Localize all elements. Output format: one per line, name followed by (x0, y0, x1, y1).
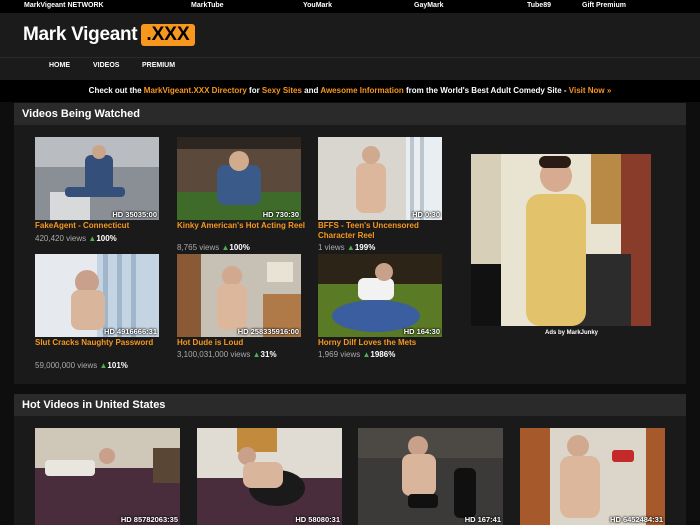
video-views: 59,000,000 views (35, 361, 98, 370)
video-title-link[interactable]: Horny Dilf Loves the Mets (318, 338, 448, 348)
video-views: 420,420 views (35, 234, 87, 243)
video-rating: 199% (354, 243, 376, 252)
video-thumbnail[interactable]: HD 258335916:00 (177, 254, 301, 337)
video-meta: 1 views ▲199% (318, 243, 375, 252)
video-rating: 31% (260, 350, 277, 359)
site-header: Mark Vigeant .XXX (0, 13, 700, 57)
video-duration: HD 164:30 (403, 327, 440, 336)
video-duration: HD 167:41 (464, 515, 501, 524)
video-meta: 3,100,031,000 views ▲31% (177, 350, 277, 359)
video-duration: HD 4916666:31 (104, 327, 157, 336)
video-title-link[interactable]: Kinky American's Hot Acting Reel (177, 221, 307, 231)
ad-banner[interactable] (471, 154, 651, 326)
video-meta: 59,000,000 views ▲101% (35, 361, 128, 370)
video-meta: 8,765 views ▲100% (177, 243, 250, 252)
network-link-marktube[interactable]: MarkTube (191, 2, 224, 9)
promo-directory-link[interactable]: MarkVigeant.XXX Directory (144, 86, 247, 95)
network-link-gift-premium[interactable]: Gift Premium (582, 2, 626, 9)
promo-sexy-sites-link[interactable]: Sexy Sites (262, 86, 302, 95)
nav-videos[interactable]: VIDEOS (93, 62, 119, 69)
video-rating: 100% (96, 234, 117, 243)
video-views: 8,765 views (177, 243, 220, 252)
nav-home[interactable]: HOME (49, 62, 70, 69)
video-meta: 1,969 views ▲1986% (318, 350, 395, 359)
video-duration: HD 258335916:00 (237, 327, 299, 336)
video-thumbnail[interactable]: HD 6452484:31 (520, 428, 665, 525)
network-bar: MarkVigeant NETWORK MarkTube YouMark Gay… (0, 0, 700, 13)
video-views: 1 views (318, 243, 345, 252)
logo-text: Mark Vigeant (23, 24, 138, 45)
promo-text: for (246, 86, 262, 95)
video-duration: HD 730:30 (262, 210, 299, 219)
network-link-tube89[interactable]: Tube89 (527, 2, 551, 9)
network-link-youmark[interactable]: YouMark (303, 2, 332, 9)
site-logo[interactable]: Mark Vigeant .XXX (23, 24, 195, 46)
main-nav: HOME VIDEOS PREMIUM (0, 57, 700, 80)
thumbs-up-icon: ▲ (346, 243, 355, 252)
video-thumbnail[interactable]: HD 730:30 (177, 137, 301, 220)
video-duration: HD 0:30 (412, 210, 440, 219)
video-views: 3,100,031,000 views (177, 350, 251, 359)
video-thumbnail[interactable]: HD 164:30 (318, 254, 442, 337)
video-thumbnail[interactable]: HD 85782063:35 (35, 428, 180, 525)
thumbs-up-icon: ▲ (252, 350, 261, 359)
video-thumbnail[interactable]: HD 0:30 (318, 137, 442, 220)
video-duration: HD 6452484:31 (610, 515, 663, 524)
video-title-link[interactable]: Slut Cracks Naughty Password (35, 338, 165, 348)
network-link-gaymark[interactable]: GayMark (414, 2, 444, 9)
promo-text: and (301, 86, 321, 95)
nav-premium[interactable]: PREMIUM (142, 62, 175, 69)
promo-text: from the World's Best Adult Comedy Site … (403, 86, 569, 95)
video-views: 1,969 views (318, 350, 361, 359)
video-duration: HD 35035:00 (112, 210, 157, 219)
promo-visit-now-link[interactable]: Visit Now » (569, 86, 612, 95)
video-thumbnail[interactable]: HD 4916666:31 (35, 254, 159, 337)
video-duration: HD 58080:31 (295, 515, 340, 524)
promo-text: Check out the (88, 86, 144, 95)
video-thumbnail[interactable]: HD 167:41 (358, 428, 503, 525)
video-thumbnail[interactable]: HD 58080:31 (197, 428, 342, 525)
section-heading: Videos Being Watched (14, 103, 686, 125)
section-heading: Hot Videos in United States (14, 394, 686, 416)
video-rating: 1986% (370, 350, 396, 359)
video-title-link[interactable]: BFFS - Teen's Uncensored Character Reel (318, 221, 448, 241)
promo-awesome-info-link[interactable]: Awesome Information (320, 86, 403, 95)
ads-caption[interactable]: Ads by MarkJunky (545, 330, 598, 336)
video-rating: 101% (107, 361, 128, 370)
video-thumbnail[interactable]: HD 35035:00 (35, 137, 159, 220)
promo-banner: Check out the MarkVigeant.XXX Directory … (0, 80, 700, 102)
logo-badge: .XXX (141, 24, 195, 46)
video-title-link[interactable]: Hot Dude is Loud (177, 338, 307, 348)
video-title-link[interactable]: FakeAgent - Connecticut (35, 221, 165, 231)
network-brand-link[interactable]: MarkVigeant NETWORK (24, 2, 104, 9)
video-meta: 420,420 views ▲100% (35, 234, 117, 243)
video-duration: HD 85782063:35 (120, 515, 178, 524)
video-rating: 100% (229, 243, 250, 252)
